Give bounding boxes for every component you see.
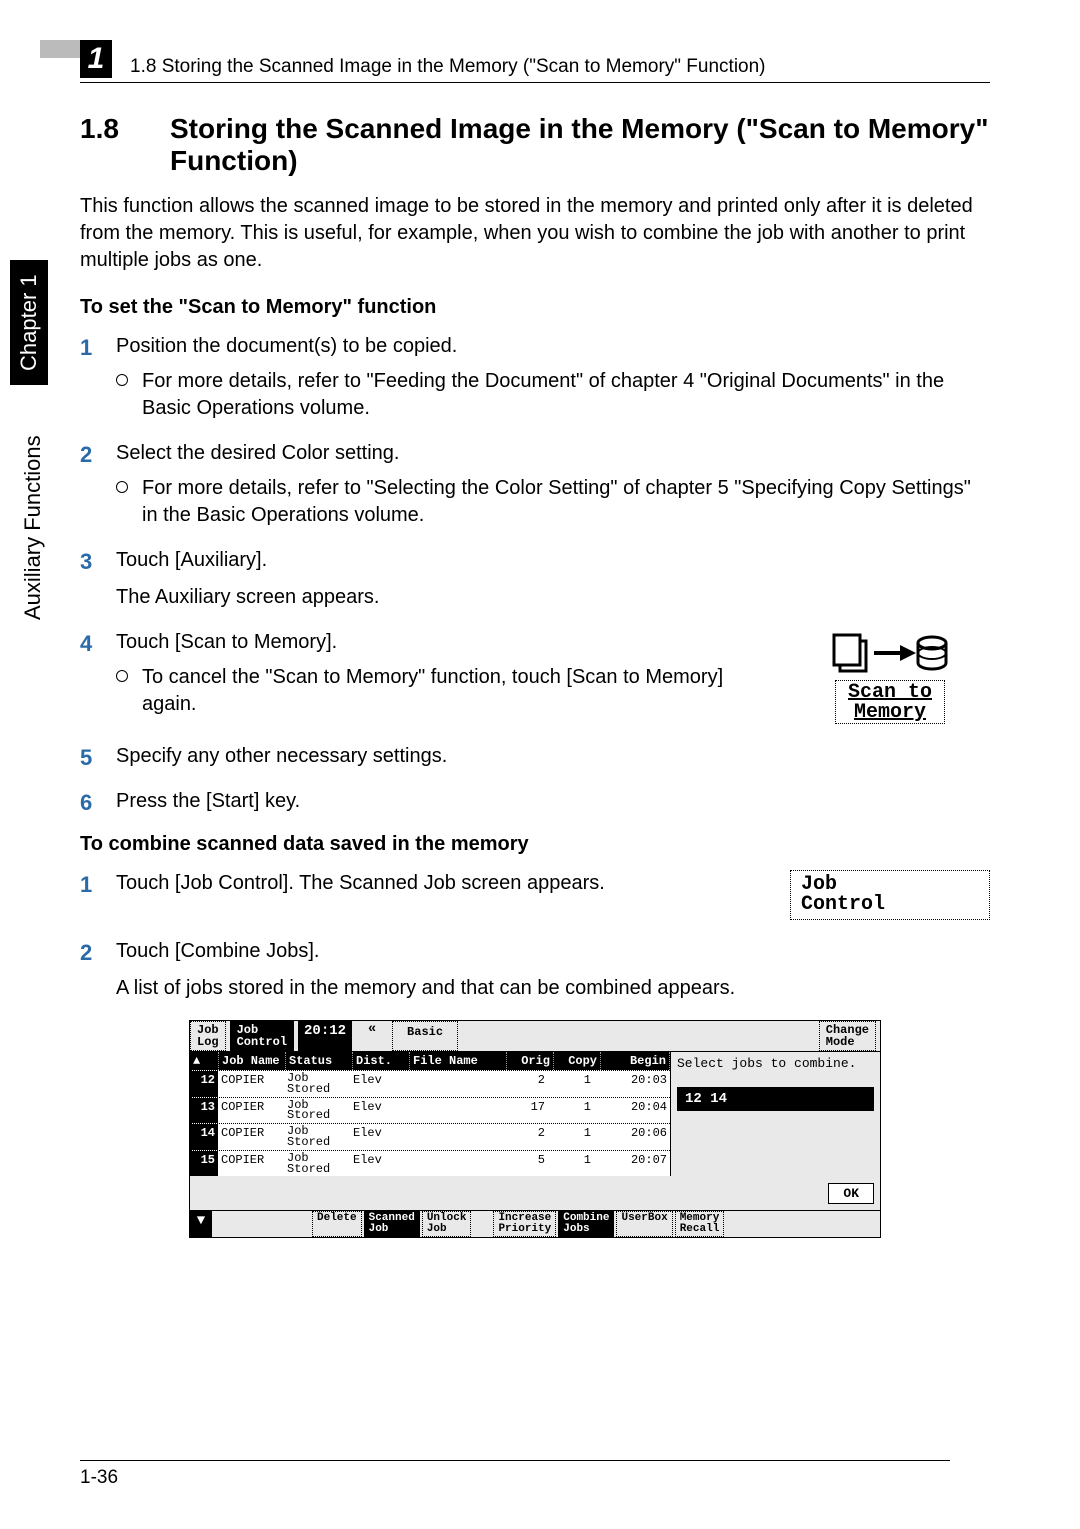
step-text: Touch [Auxiliary]. (116, 549, 267, 571)
scanned-job-button[interactable]: Scanned Job (364, 1211, 420, 1237)
table-header: ▲ Job Name Status Dist. File Name Orig C… (190, 1052, 670, 1070)
col-copy: Copy (554, 1052, 601, 1070)
step-after: The Auxiliary screen appears. (116, 584, 990, 611)
lcd-panel: Job Log Job Control 20:12 « Basic Change… (189, 1020, 881, 1238)
userbox-button[interactable]: UserBox (616, 1211, 672, 1237)
col-dist: Dist. (353, 1052, 410, 1070)
step-text: Touch [Job Control]. The Scanned Job scr… (116, 872, 605, 894)
scan-to-memory-button[interactable]: Scan to Memory (790, 629, 990, 725)
procedure2-heading: To combine scanned data saved in the mem… (80, 833, 990, 856)
col-file: File Name (410, 1052, 507, 1070)
step-subnote: To cancel the "Scan to Memory" function,… (116, 664, 770, 718)
section-number: 1.8 (80, 113, 170, 177)
job-control-label: Job Control (790, 870, 990, 920)
delete-button[interactable]: Delete (312, 1211, 362, 1237)
table-row[interactable]: 14COPIERJob StoredElev2120:06 (190, 1123, 670, 1150)
selected-jobs: 12 14 (677, 1087, 874, 1111)
chapter-number-box: 1 (80, 40, 112, 78)
step-subnote: For more details, refer to "Feeding the … (116, 368, 990, 422)
col-orig: Orig (507, 1052, 554, 1070)
panel-time: 20:12 (298, 1021, 352, 1051)
page-number: 1-36 (80, 1460, 950, 1489)
step: Touch [Auxiliary]. The Auxiliary screen … (80, 547, 990, 611)
tab-basic[interactable]: Basic (392, 1021, 458, 1051)
side-section-label: Auxiliary Functions (20, 435, 46, 620)
running-header: 1 1.8 Storing the Scanned Image in the M… (80, 40, 990, 83)
section-intro: This function allows the scanned image t… (80, 193, 990, 274)
ok-button[interactable]: OK (828, 1183, 874, 1204)
col-status: Status (286, 1052, 353, 1070)
procedure1-steps: Position the document(s) to be copied. F… (80, 333, 990, 815)
section-heading: 1.8 Storing the Scanned Image in the Mem… (80, 113, 990, 177)
step: Touch [Job Control]. The Scanned Job scr… (80, 870, 990, 920)
job-control-button[interactable]: Job Control (790, 870, 990, 920)
step: Press the [Start] key. (80, 788, 990, 815)
step: Touch [Scan to Memory]. To cancel the "S… (80, 629, 990, 725)
back-icon[interactable]: « (352, 1021, 392, 1051)
table-row[interactable]: 12COPIERJob StoredElev2120:03 (190, 1070, 670, 1097)
combine-jobs-button[interactable]: Combine Jobs (558, 1211, 614, 1237)
tab-job-log[interactable]: Job Log (190, 1021, 226, 1051)
step: Position the document(s) to be copied. F… (80, 333, 990, 422)
increase-priority-button[interactable]: Increase Priority (493, 1211, 556, 1237)
step-text: Press the [Start] key. (116, 790, 300, 812)
col-begin: Begin (601, 1052, 670, 1070)
section-title-text: Storing the Scanned Image in the Memory … (170, 113, 990, 177)
procedure1-heading: To set the "Scan to Memory" function (80, 296, 990, 319)
scan-to-memory-icon (790, 631, 990, 679)
scan-to-memory-label: Scan to Memory (835, 680, 945, 724)
step-after: A list of jobs stored in the memory and … (116, 975, 990, 1002)
unlock-job-button[interactable]: Unlock Job (422, 1211, 472, 1237)
combine-prompt: Select jobs to combine. (677, 1056, 874, 1077)
step-text: Specify any other necessary settings. (116, 745, 447, 767)
scroll-up-icon[interactable]: ▲ (190, 1052, 219, 1070)
step-text: Select the desired Color setting. (116, 442, 400, 464)
step-text: Touch [Combine Jobs]. (116, 940, 319, 962)
step-subnote: For more details, refer to "Selecting th… (116, 475, 990, 529)
step-text: Position the document(s) to be copied. (116, 335, 457, 357)
tab-job-control[interactable]: Job Control (230, 1021, 294, 1051)
col-job-name: Job Name (219, 1052, 286, 1070)
procedure2-steps: Touch [Job Control]. The Scanned Job scr… (80, 870, 990, 1002)
tab-change-mode[interactable]: Change Mode (819, 1021, 876, 1051)
step-text: Touch [Scan to Memory]. (116, 631, 337, 653)
step: Select the desired Color setting. For mo… (80, 440, 990, 529)
side-chapter-label: Chapter 1 (10, 260, 48, 385)
running-title: 1.8 Storing the Scanned Image in the Mem… (130, 56, 990, 78)
memory-recall-button[interactable]: Memory Recall (675, 1211, 725, 1237)
step: Specify any other necessary settings. (80, 743, 990, 770)
scroll-down-icon[interactable]: ▼ (190, 1211, 212, 1237)
table-row[interactable]: 15COPIERJob StoredElev5120:07 (190, 1150, 670, 1177)
step: Touch [Combine Jobs]. A list of jobs sto… (80, 938, 990, 1002)
table-row[interactable]: 13COPIERJob StoredElev17120:04 (190, 1097, 670, 1124)
